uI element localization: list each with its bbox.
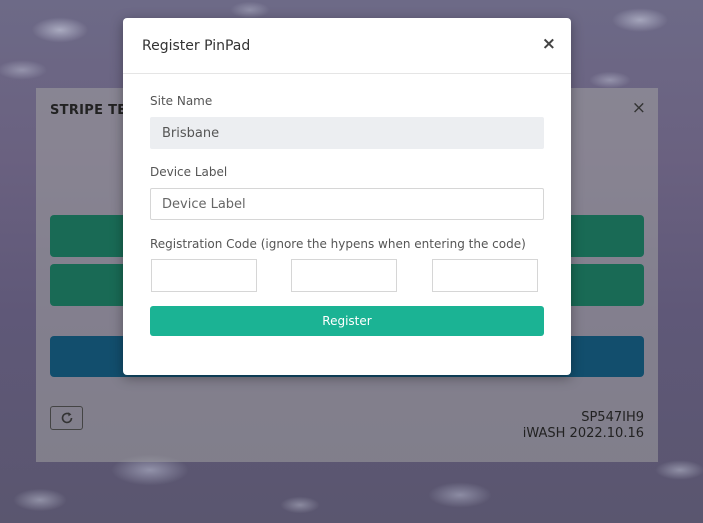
site-name-label: Site Name	[150, 94, 213, 108]
registration-code-part-3[interactable]	[432, 259, 538, 292]
close-icon[interactable]: ×	[542, 34, 556, 54]
site-name-field[interactable]	[150, 117, 544, 149]
device-label-label: Device Label	[150, 165, 228, 179]
app-version: iWASH 2022.10.16	[522, 426, 644, 441]
register-button[interactable]: Register	[150, 306, 544, 336]
panel-close-icon[interactable]: ×	[632, 98, 646, 118]
refresh-button[interactable]	[50, 406, 83, 430]
register-pinpad-dialog: Register PinPad × Site Name Device Label…	[123, 18, 571, 375]
registration-code-part-2[interactable]	[291, 259, 397, 292]
device-id: SP547IH9	[581, 410, 644, 425]
registration-code-label: Registration Code (ignore the hypens whe…	[150, 237, 526, 251]
dialog-title: Register PinPad	[142, 38, 251, 54]
refresh-icon	[61, 412, 72, 424]
registration-code-part-1[interactable]	[151, 259, 257, 292]
panel-meta: SP547IH9 iWASH 2022.10.16	[523, 410, 644, 442]
device-label-field[interactable]	[150, 188, 544, 220]
dialog-header: Register PinPad ×	[123, 18, 571, 74]
